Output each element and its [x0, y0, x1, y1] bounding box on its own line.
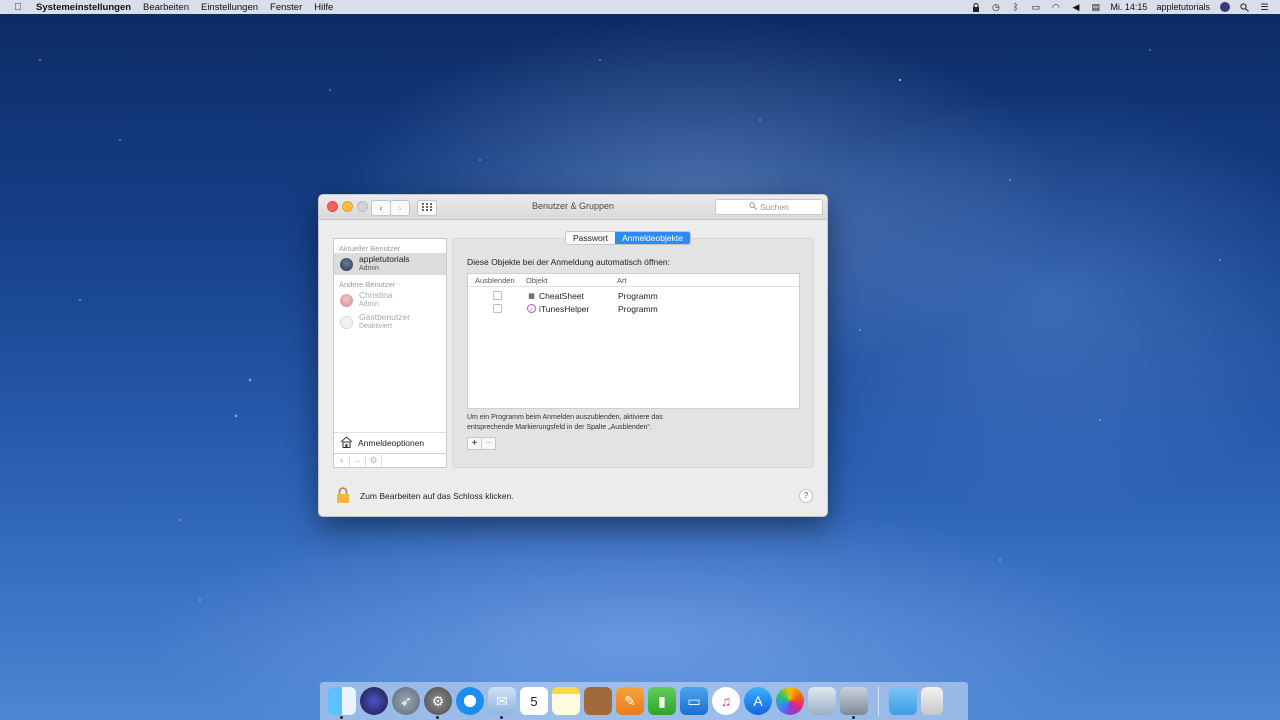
user-name: Christina [359, 290, 393, 300]
hint-line-1: Um ein Programm beim Anmelden auszublend… [467, 414, 663, 421]
avatar [340, 257, 353, 271]
app-store-icon[interactable]: A [744, 687, 772, 715]
user-item-christina[interactable]: Christina Admin [334, 289, 446, 311]
system-preferences-icon[interactable]: ⚙ [424, 687, 452, 719]
apple-menu-icon[interactable]:  [11, 0, 25, 14]
house-icon [340, 436, 353, 450]
finder-icon[interactable] [328, 687, 356, 719]
time-machine-icon[interactable]: ◷ [990, 2, 1001, 12]
tab-login-items[interactable]: Anmeldeobjekte [614, 232, 690, 244]
keynote-icon[interactable]: ▭ [680, 687, 708, 715]
item-kind: Programm [618, 290, 658, 301]
column-kind[interactable]: Art [617, 276, 627, 285]
add-item-button[interactable]: + [468, 438, 481, 449]
sidebar-footer: + − ⚙ [334, 453, 446, 467]
users-sidebar: Aktueller Benutzer appletutorials Admin … [333, 238, 447, 468]
menu-bar:  Systemeinstellungen Bearbeiten Einstel… [0, 0, 1280, 14]
menubar-user[interactable]: appletutorials [1156, 2, 1210, 12]
notes-icon[interactable] [552, 687, 580, 715]
itunes-helper-app-icon: ♪ [527, 304, 536, 313]
lock-text: Zum Bearbeiten auf das Schloss klicken. [360, 491, 514, 501]
launchpad-icon[interactable]: ➶ [392, 687, 420, 715]
window-titlebar[interactable]: ‹ › Benutzer & Gruppen Suchen [319, 195, 827, 220]
image-capture-icon[interactable] [840, 687, 868, 719]
hint-text: Um ein Programm beim Anmelden auszublend… [467, 413, 707, 433]
photos-icon[interactable] [776, 687, 804, 715]
login-options-item[interactable]: Anmeldeoptionen [334, 432, 446, 453]
numbers-icon[interactable]: ▮ [648, 687, 676, 715]
lock-icon[interactable] [336, 487, 350, 503]
item-kind: Programm [618, 303, 658, 314]
preview-icon[interactable] [808, 687, 836, 715]
notification-center-icon[interactable]: ☰ [1259, 2, 1270, 12]
item-name: CheatSheet [539, 290, 584, 301]
dock-separator [878, 686, 879, 716]
search-icon [749, 202, 757, 212]
menu-einstellungen[interactable]: Einstellungen [201, 2, 258, 13]
search-placeholder: Suchen [760, 202, 789, 212]
safari-icon[interactable] [456, 687, 484, 715]
table-row[interactable]: ♪ iTunesHelper Programm [468, 302, 799, 315]
item-name: iTunesHelper [539, 303, 590, 314]
cheatsheet-app-icon: ▦ [528, 292, 535, 300]
wifi-icon[interactable]: ◠ [1050, 2, 1061, 12]
search-field[interactable]: Suchen [715, 199, 823, 215]
downloads-folder-icon[interactable] [889, 687, 917, 715]
user-name: Gastbenutzer [359, 312, 411, 322]
table-row[interactable]: ▦ CheatSheet Programm [468, 289, 799, 302]
user-role: Admin [359, 301, 379, 308]
column-hide[interactable]: Ausblenden [468, 276, 526, 285]
column-object[interactable]: Objekt [526, 276, 617, 285]
dock: ➶ ⚙ ✉ 5 ✎ ▮ ▭ ♫ A [320, 682, 968, 720]
login-options-label: Anmeldeoptionen [358, 438, 425, 448]
airplay-icon[interactable]: ▭ [1030, 2, 1041, 12]
user-item-appletutorials[interactable]: appletutorials Admin [334, 253, 446, 275]
volume-icon[interactable]: ◀ [1070, 2, 1081, 12]
help-button[interactable]: ? [799, 489, 813, 503]
menu-fenster[interactable]: Fenster [270, 2, 302, 13]
svg-text:♪: ♪ [530, 307, 533, 313]
login-items-panel: Diese Objekte bei der Anmeldung automati… [452, 238, 814, 468]
add-remove-control: + − [467, 437, 496, 450]
menubar-clock[interactable]: Mi. 14:15 [1110, 2, 1147, 12]
remove-item-button[interactable]: − [481, 438, 495, 449]
user-role: Admin [359, 265, 379, 272]
login-items-heading: Diese Objekte bei der Anmeldung automati… [467, 257, 671, 267]
pages-icon[interactable]: ✎ [616, 687, 644, 715]
spotlight-icon[interactable] [1239, 2, 1250, 12]
tab-password[interactable]: Passwort [566, 232, 615, 244]
remove-user-button[interactable]: − [350, 455, 366, 466]
trash-icon[interactable] [921, 687, 943, 715]
user-name: appletutorials [359, 254, 410, 264]
input-source-icon[interactable]: ▤ [1090, 2, 1101, 12]
calendar-day: 5 [530, 693, 538, 709]
system-preferences-window: ‹ › Benutzer & Gruppen Suchen Aktueller … [318, 194, 828, 517]
menu-hilfe[interactable]: Hilfe [314, 2, 333, 13]
menu-app-name[interactable]: Systemeinstellungen [36, 2, 131, 13]
user-item-guest[interactable]: Gastbenutzer Deaktiviert [334, 311, 446, 333]
login-items-table: Ausblenden Objekt Art ▦ CheatSheet Progr… [467, 273, 800, 409]
hint-line-2: entsprechende Markierungsfeld in der Spa… [467, 424, 652, 431]
guest-avatar-icon [340, 315, 353, 329]
menu-bearbeiten[interactable]: Bearbeiten [143, 2, 189, 13]
other-users-header: Andere Benutzer [339, 280, 396, 289]
current-user-header: Aktueller Benutzer [339, 244, 401, 253]
siri-icon[interactable] [360, 687, 388, 715]
lock-status-icon[interactable] [970, 2, 981, 12]
contacts-icon[interactable] [584, 687, 612, 715]
siri-menubar-icon[interactable] [1219, 2, 1230, 12]
gear-icon[interactable]: ⚙ [366, 455, 382, 466]
hide-checkbox[interactable] [493, 304, 502, 313]
avatar [340, 293, 353, 307]
bluetooth-icon[interactable]: ᛒ [1010, 2, 1021, 12]
add-user-button[interactable]: + [334, 455, 350, 466]
table-header: Ausblenden Objekt Art [468, 274, 799, 287]
itunes-icon[interactable]: ♫ [712, 687, 740, 715]
tab-bar: Passwort Anmeldeobjekte [565, 231, 691, 245]
user-role: Deaktiviert [359, 323, 393, 330]
hide-checkbox[interactable] [493, 291, 502, 300]
calendar-icon[interactable]: 5 [520, 687, 548, 715]
mail-icon[interactable]: ✉ [488, 687, 516, 719]
